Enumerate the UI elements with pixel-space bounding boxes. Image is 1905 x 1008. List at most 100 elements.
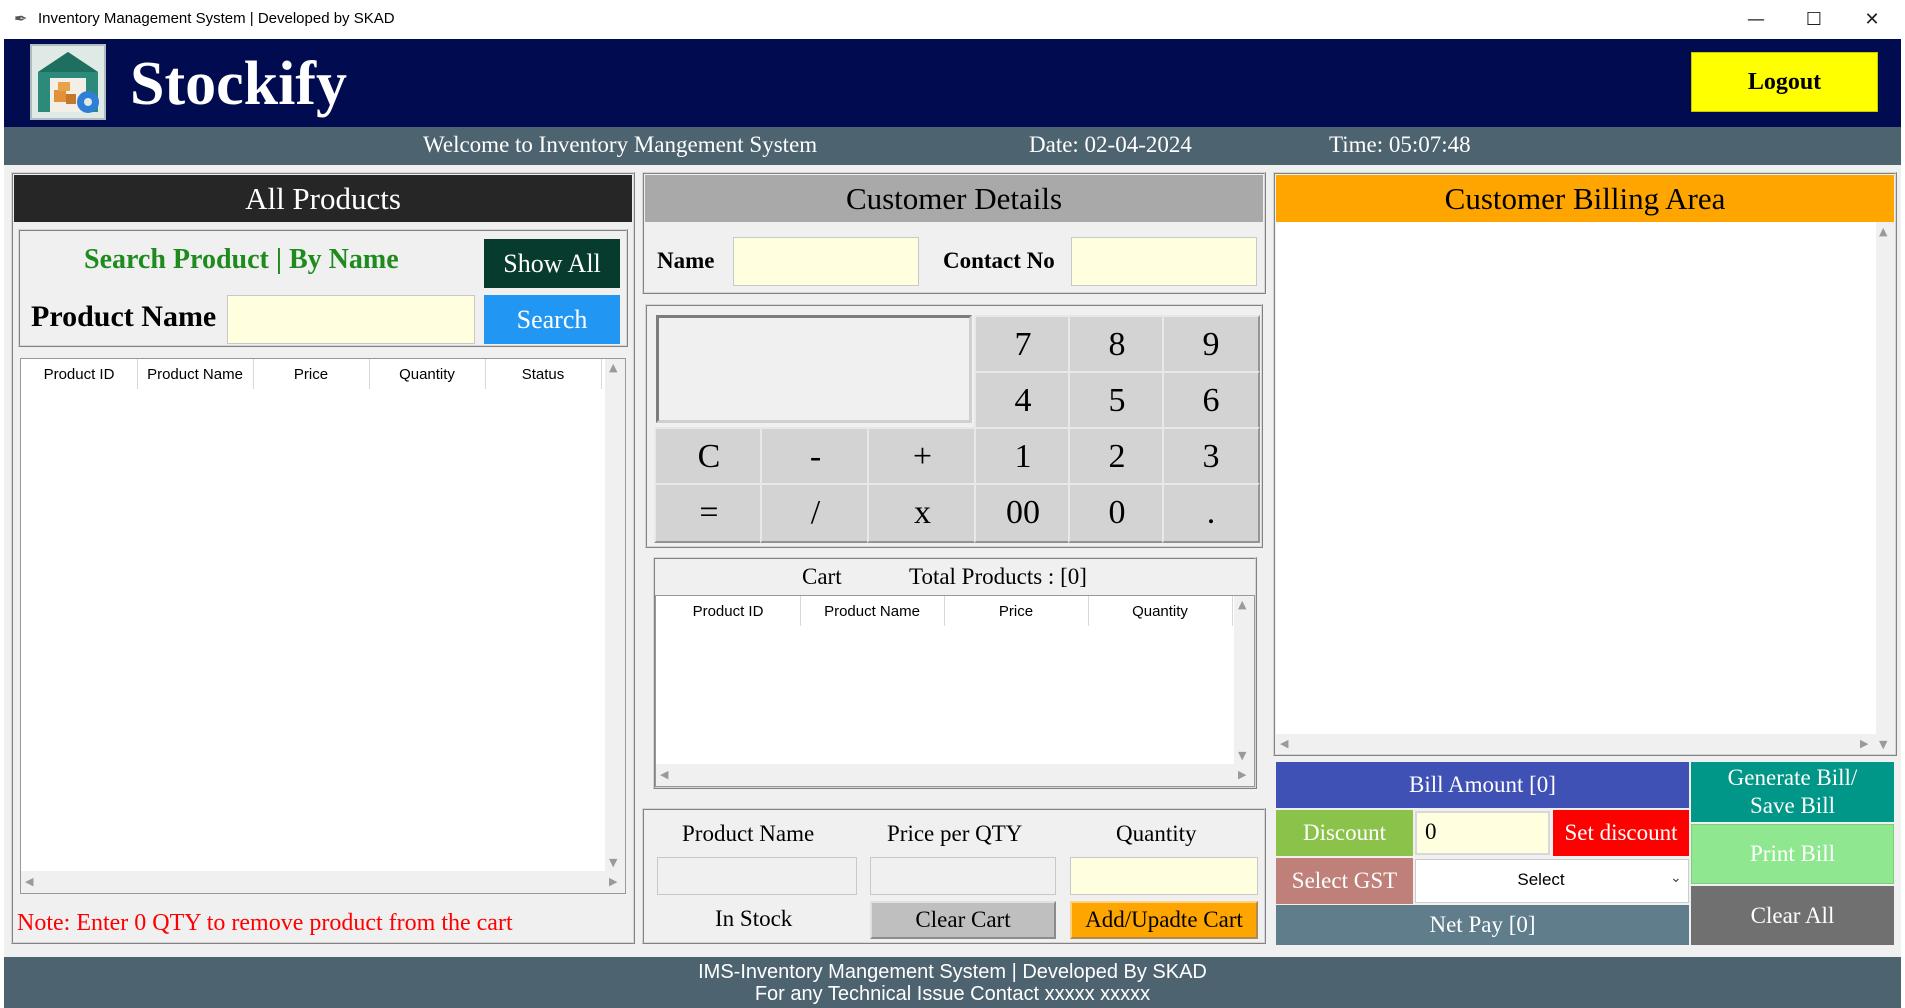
cart-scroll-right-arrow-icon[interactable]: ▶	[1238, 768, 1246, 781]
billing-scroll-right-arrow-icon[interactable]: ▶	[1860, 737, 1868, 750]
products-horizontal-scrollbar[interactable]: ◀ ▶	[21, 871, 625, 893]
billing-scroll-down-arrow-icon[interactable]: ▼	[1879, 738, 1887, 751]
app-brand-title: Stockify	[130, 50, 347, 118]
info-bar: Welcome to Inventory Mangement System Da…	[4, 127, 1901, 165]
discount-label: Discount	[1276, 810, 1413, 856]
footer-line-2: For any Technical Issue Contact xxxxx xx…	[754, 983, 1151, 1005]
calc-key-5[interactable]: 5	[1068, 371, 1166, 431]
cart-title: Cart	[802, 564, 842, 589]
cart-column-product-id[interactable]: Product ID	[656, 596, 801, 626]
product-name-search-input[interactable]	[227, 295, 475, 344]
scroll-right-arrow-icon[interactable]: ▶	[609, 875, 617, 888]
discount-input[interactable]: 0	[1415, 811, 1550, 855]
billing-scroll-left-arrow-icon[interactable]: ◀	[1280, 737, 1288, 750]
gst-select-dropdown[interactable]: Select ⌄	[1415, 859, 1689, 903]
gst-selected-value: Select	[1517, 870, 1565, 889]
billing-text-area[interactable]: ▲ ▼ ◀ ▶	[1276, 222, 1894, 754]
cart-table[interactable]: Product ID Product Name Price Quantity ▲…	[655, 595, 1255, 787]
calc-key-clear[interactable]: C	[654, 427, 764, 487]
price-per-qty-field[interactable]	[870, 857, 1056, 895]
calc-key-divide[interactable]: /	[760, 483, 871, 543]
generate-save-bill-button[interactable]: Generate Bill/ Save Bill	[1691, 762, 1894, 822]
feather-app-icon: ✒	[14, 11, 28, 28]
print-bill-button[interactable]: Print Bill	[1691, 824, 1894, 884]
column-header-status[interactable]: Status	[485, 359, 602, 389]
show-all-button[interactable]: Show All	[484, 239, 620, 288]
in-stock-label: In Stock	[715, 906, 793, 931]
window-title: Inventory Management System | Developed …	[38, 10, 395, 27]
calc-key-decimal[interactable]: .	[1162, 483, 1260, 543]
calc-key-9[interactable]: 9	[1162, 315, 1260, 375]
calc-key-plus[interactable]: +	[867, 427, 978, 487]
contact-no-label: Contact No	[943, 248, 1055, 273]
date-display: Date: 02-04-2024	[1029, 132, 1192, 157]
column-header-product-name[interactable]: Product Name	[137, 359, 254, 389]
products-vertical-scrollbar[interactable]: ▲ ▼	[605, 359, 625, 871]
clear-cart-button[interactable]: Clear Cart	[870, 901, 1056, 939]
minimize-button[interactable]: —	[1727, 0, 1785, 39]
generate-bill-label-line1: Generate Bill/	[1727, 765, 1858, 790]
calc-key-equals[interactable]: =	[654, 483, 764, 543]
calc-key-multiply[interactable]: x	[867, 483, 978, 543]
warehouse-gear-icon	[30, 44, 106, 120]
products-table[interactable]: Product ID Product Name Price Quantity S…	[20, 358, 626, 894]
cart-total-products: Total Products : [0]	[909, 564, 1087, 589]
window-titlebar: ✒ Inventory Management System | Develope…	[0, 0, 1905, 39]
quantity-input[interactable]	[1070, 857, 1258, 895]
calculator-display[interactable]	[656, 315, 972, 423]
chevron-down-icon[interactable]: ⌄	[1670, 870, 1682, 886]
cart-column-product-name[interactable]: Product Name	[800, 596, 945, 626]
calc-key-minus[interactable]: -	[760, 427, 871, 487]
cart-vertical-scrollbar[interactable]: ▲ ▼	[1234, 596, 1254, 764]
calc-key-7[interactable]: 7	[974, 315, 1072, 375]
app-footer: IMS-Inventory Mangement System | Develop…	[4, 957, 1901, 1008]
calc-key-2[interactable]: 2	[1068, 427, 1166, 487]
price-per-qty-label: Price per QTY	[887, 821, 1023, 846]
time-display: Time: 05:07:48	[1329, 132, 1471, 157]
calc-key-1[interactable]: 1	[974, 427, 1072, 487]
select-gst-label: Select GST	[1276, 858, 1413, 904]
column-header-product-id[interactable]: Product ID	[21, 359, 138, 389]
search-heading: Search Product | By Name	[84, 244, 399, 275]
all-products-header: All Products	[14, 175, 632, 222]
billing-area-header: Customer Billing Area	[1276, 175, 1894, 222]
scroll-left-arrow-icon[interactable]: ◀	[25, 875, 33, 888]
cart-product-name-label: Product Name	[682, 821, 815, 846]
customer-name-label: Name	[657, 248, 715, 273]
maximize-button[interactable]: ☐	[1785, 0, 1843, 39]
column-header-quantity[interactable]: Quantity	[369, 359, 486, 389]
cart-scroll-up-arrow-icon[interactable]: ▲	[1238, 598, 1246, 611]
calc-key-3[interactable]: 3	[1162, 427, 1260, 487]
close-button[interactable]: ✕	[1843, 0, 1901, 39]
scroll-down-arrow-icon[interactable]: ▼	[609, 856, 617, 869]
add-update-cart-button[interactable]: Add/Upadte Cart	[1070, 901, 1258, 939]
note-text: Note: Enter 0 QTY to remove product from…	[17, 910, 513, 936]
product-name-label: Product Name	[31, 300, 217, 333]
cart-scroll-left-arrow-icon[interactable]: ◀	[660, 768, 668, 781]
quantity-label: Quantity	[1116, 821, 1197, 846]
scroll-up-arrow-icon[interactable]: ▲	[609, 361, 617, 374]
cart-scroll-down-arrow-icon[interactable]: ▼	[1238, 749, 1246, 762]
calc-key-6[interactable]: 6	[1162, 371, 1260, 431]
net-pay-label: Net Pay [0]	[1276, 905, 1689, 945]
clear-all-button[interactable]: Clear All	[1691, 886, 1894, 945]
calc-key-0[interactable]: 0	[1068, 483, 1166, 543]
search-button[interactable]: Search	[484, 295, 620, 344]
cart-column-price[interactable]: Price	[944, 596, 1089, 626]
customer-name-input[interactable]	[733, 237, 919, 286]
customer-details-header: Customer Details	[645, 175, 1263, 222]
billing-scroll-up-arrow-icon[interactable]: ▲	[1879, 225, 1887, 238]
logout-button[interactable]: Logout	[1691, 52, 1878, 112]
column-header-price[interactable]: Price	[253, 359, 370, 389]
cart-column-quantity[interactable]: Quantity	[1088, 596, 1233, 626]
set-discount-button[interactable]: Set discount	[1553, 810, 1689, 856]
cart-horizontal-scrollbar[interactable]: ◀ ▶	[656, 764, 1254, 786]
calc-key-double-zero[interactable]: 00	[974, 483, 1072, 543]
billing-horizontal-scrollbar[interactable]: ◀ ▶	[1276, 734, 1876, 754]
contact-no-input[interactable]	[1071, 237, 1257, 286]
cart-product-name-field[interactable]	[657, 857, 857, 895]
billing-vertical-scrollbar[interactable]: ▲ ▼	[1876, 222, 1894, 754]
generate-bill-label-line2: Save Bill	[1750, 793, 1835, 818]
calc-key-8[interactable]: 8	[1068, 315, 1166, 375]
calc-key-4[interactable]: 4	[974, 371, 1072, 431]
